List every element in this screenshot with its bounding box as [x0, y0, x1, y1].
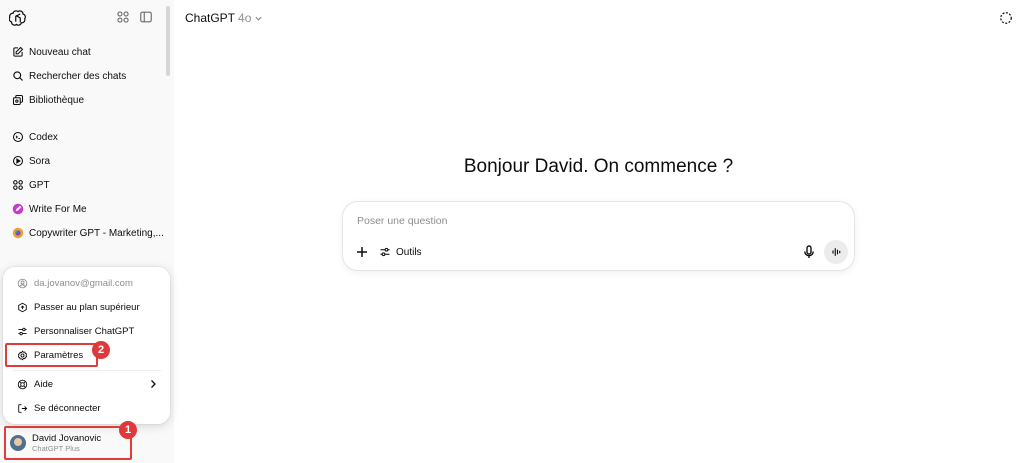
upgrade-icon: [16, 301, 28, 313]
openai-logo-icon[interactable]: [9, 9, 27, 27]
logout-item[interactable]: Se déconnecter: [9, 397, 164, 419]
model-selector[interactable]: ChatGPT 4o: [185, 11, 263, 25]
sidebar: Nouveau chat Rechercher des chats Biblio…: [0, 0, 174, 463]
sidebar-item-sora[interactable]: Sora: [6, 150, 164, 172]
library-button[interactable]: Bibliothèque: [6, 89, 164, 111]
model-name: ChatGPT: [185, 11, 236, 25]
upgrade-plan-item[interactable]: Passer au plan supérieur: [9, 296, 164, 318]
nav-label: Nouveau chat: [29, 46, 91, 58]
add-attachment-icon[interactable]: [354, 244, 370, 260]
model-version: 4o: [238, 11, 252, 25]
app-window: Nouveau chat Rechercher des chats Biblio…: [0, 0, 1024, 463]
search-chats-button[interactable]: Rechercher des chats: [6, 65, 164, 87]
step-badge-1: 1: [119, 421, 137, 439]
settings-highlight: [5, 343, 98, 367]
waveform-icon: [832, 248, 841, 256]
tools-button[interactable]: Outils: [379, 244, 422, 260]
prompt-input[interactable]: Poser une question: [357, 215, 447, 227]
edit-icon: [11, 46, 24, 59]
codex-icon: [11, 131, 24, 144]
nav-label: Codex: [29, 131, 58, 143]
nav-label: Sora: [29, 155, 51, 167]
chevron-down-icon: [255, 16, 262, 21]
sidebar-item-copywriter-gpt[interactable]: Copywriter GPT - Marketing,...: [6, 222, 164, 244]
new-chat-button[interactable]: Nouveau chat: [6, 41, 164, 63]
user-circle-icon: [16, 277, 28, 289]
help-icon: [16, 378, 28, 390]
step-badge-2: 2: [92, 341, 110, 359]
sidebar-toggle-icon[interactable]: [139, 10, 153, 24]
sliders-icon: [380, 247, 390, 257]
sidebar-header: [0, 0, 174, 36]
search-icon: [11, 70, 24, 83]
nav-label: Bibliothèque: [29, 94, 85, 106]
chevron-right-icon: [151, 380, 156, 388]
profile-highlight: [4, 426, 132, 460]
sidebar-scrollbar[interactable]: [166, 6, 170, 76]
logout-icon: [16, 402, 28, 414]
help-item[interactable]: Aide: [9, 373, 164, 395]
customize-chatgpt-item[interactable]: Personnaliser ChatGPT: [9, 320, 164, 342]
nav-label: Rechercher des chats: [29, 70, 127, 82]
composer: Poser une question Outils: [342, 201, 855, 271]
voice-mode-button[interactable]: [824, 240, 848, 264]
library-icon: [11, 94, 24, 107]
nav-label: Write For Me: [29, 203, 87, 215]
play-icon: [11, 155, 24, 168]
sliders-icon: [16, 325, 28, 337]
sidebar-item-codex[interactable]: Codex: [6, 126, 164, 148]
write-for-me-icon: [11, 203, 24, 216]
tools-label: Outils: [396, 246, 422, 258]
sidebar-item-write-for-me[interactable]: Write For Me: [6, 198, 164, 220]
greeting-heading: Bonjour David. On commence ?: [463, 156, 734, 177]
sidebar-item-gpt[interactable]: GPT: [6, 174, 164, 196]
gpts-grid-icon[interactable]: [116, 10, 130, 24]
menu-divider: [13, 370, 161, 371]
nav-label: GPT: [29, 179, 50, 191]
microphone-icon[interactable]: [801, 244, 817, 260]
temporary-chat-icon[interactable]: [999, 11, 1013, 25]
account-email: da.jovanov@gmail.com: [9, 272, 164, 294]
grid-icon: [11, 179, 24, 192]
copywriter-icon: [11, 227, 24, 240]
nav-label: Copywriter GPT - Marketing,...: [29, 227, 164, 239]
